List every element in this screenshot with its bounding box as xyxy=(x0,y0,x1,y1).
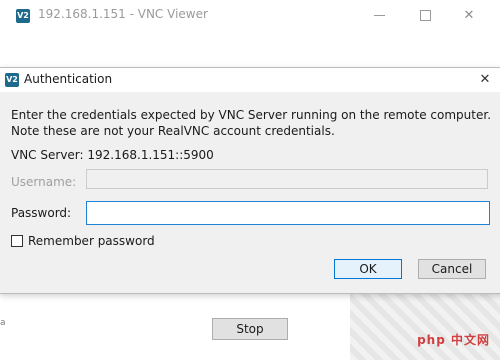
watermark: php 中文网 xyxy=(350,290,500,360)
vnc-viewer-title: 192.168.1.151 - VNC Viewer xyxy=(38,7,208,21)
remember-password-checkbox[interactable] xyxy=(11,235,23,247)
message-line-1: Enter the credentials expected by VNC Se… xyxy=(11,108,492,122)
minimize-button[interactable] xyxy=(356,0,402,32)
dialog-app-icon: V2 xyxy=(5,73,19,87)
message-line-2: Note these are not your RealVNC account … xyxy=(11,124,335,138)
password-label: Password: xyxy=(11,206,72,220)
ok-button[interactable]: OK xyxy=(334,259,402,279)
dialog-title: Authentication xyxy=(24,72,113,86)
window-close-button[interactable]: ✕ xyxy=(446,0,492,32)
minimize-icon xyxy=(373,15,385,16)
server-value: 192.168.1.151::5900 xyxy=(87,148,214,162)
username-label: Username: xyxy=(11,175,77,189)
remember-password-label[interactable]: Remember password xyxy=(28,234,155,248)
maximize-icon xyxy=(419,10,431,21)
close-icon: ✕ xyxy=(479,72,491,87)
stop-button[interactable]: Stop xyxy=(212,318,288,340)
dialog-close-button[interactable]: ✕ xyxy=(470,68,500,92)
server-label: VNC Server: xyxy=(11,148,84,162)
dialog-titlebar: V2 Authentication ✕ xyxy=(0,68,500,92)
dialog-message: Enter the credentials expected by VNC Se… xyxy=(11,107,491,139)
background-text-fragment: a xyxy=(0,318,6,328)
authentication-dialog: V2 Authentication ✕ Enter the credential… xyxy=(0,67,500,294)
cancel-button[interactable]: Cancel xyxy=(418,259,486,279)
password-field[interactable] xyxy=(86,201,490,225)
watermark-text: php 中文网 xyxy=(417,333,490,347)
maximize-button[interactable] xyxy=(402,0,448,32)
server-info: VNC Server: 192.168.1.151::5900 xyxy=(11,148,214,162)
vnc-app-icon: V2 xyxy=(16,9,30,23)
vnc-viewer-titlebar: V2 192.168.1.151 - VNC Viewer ✕ xyxy=(0,0,500,32)
username-field xyxy=(86,169,488,189)
close-icon: ✕ xyxy=(463,8,475,23)
